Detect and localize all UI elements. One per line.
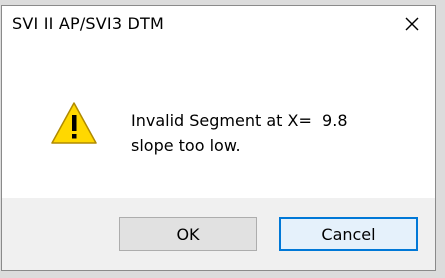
title-bar: SVI II AP/SVI3 DTM xyxy=(2,6,435,44)
dialog-title: SVI II AP/SVI3 DTM xyxy=(12,14,164,33)
dialog-body: Invalid Segment at X= 9.8 slope too low. xyxy=(2,44,435,204)
ok-button[interactable]: OK xyxy=(119,217,257,251)
button-bar: OK Cancel xyxy=(2,198,435,270)
cancel-button[interactable]: Cancel xyxy=(279,217,418,251)
message-line-2: slope too low. xyxy=(131,136,241,155)
message-dialog: SVI II AP/SVI3 DTM Invalid Segment at X=… xyxy=(1,5,436,271)
warning-icon xyxy=(51,102,97,144)
close-button[interactable] xyxy=(389,6,435,42)
dialog-message: Invalid Segment at X= 9.8 slope too low. xyxy=(131,108,348,158)
close-icon xyxy=(405,17,419,31)
message-line-1: Invalid Segment at X= 9.8 xyxy=(131,111,348,130)
